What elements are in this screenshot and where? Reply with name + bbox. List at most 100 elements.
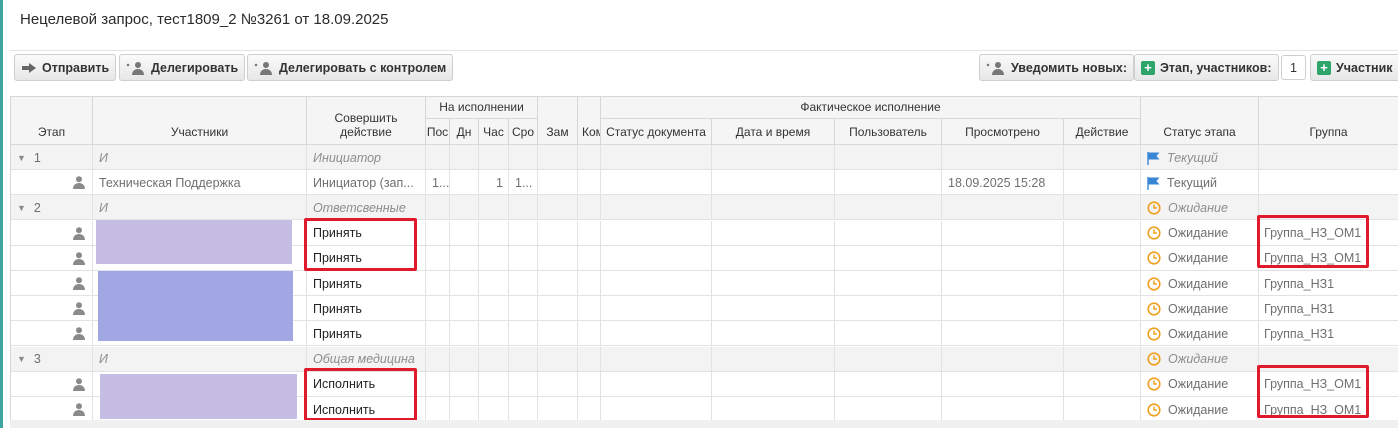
column-header-hours[interactable]: Час	[479, 119, 509, 145]
stage-status-label: Ожидание	[1168, 402, 1229, 417]
column-header-stage[interactable]: Этап	[11, 97, 93, 145]
cell-status: Ожидание	[1141, 296, 1259, 322]
cell-viewed	[942, 220, 1064, 246]
collapse-triangle-icon[interactable]: ▼	[17, 153, 26, 163]
cell-term	[509, 145, 538, 170]
delegate-users-icon	[126, 61, 146, 75]
cell-term	[509, 321, 538, 347]
cell-pos	[426, 271, 450, 296]
action-value[interactable]: Принять	[313, 302, 362, 316]
cell-action: Ответсвенные	[307, 195, 426, 221]
cell-status: Ожидание	[1141, 321, 1259, 347]
cell-pos	[426, 371, 450, 397]
column-group-on-execution: На исполнении	[426, 97, 538, 119]
clock-icon	[1147, 402, 1161, 417]
column-header-user[interactable]: Пользователь	[835, 119, 942, 145]
delegate-button[interactable]: Делегировать	[119, 54, 246, 81]
column-header-days[interactable]: Дн	[450, 119, 479, 145]
highlight-annotation	[304, 218, 417, 271]
cell-stage: ▼ 2	[11, 195, 93, 221]
add-stage-participants-button[interactable]: + Этап, участников:	[1134, 54, 1279, 81]
cell-docstatus	[601, 296, 712, 322]
stage-status: Ожидание	[1147, 377, 1228, 391]
cell-deputy	[538, 220, 578, 246]
participant-name: И	[99, 150, 108, 165]
collapse-triangle-icon[interactable]: ▼	[17, 354, 26, 364]
stage-status-label: Ожидание	[1168, 276, 1229, 291]
cell-action: Инициатор (зап...	[307, 170, 426, 196]
participant-row[interactable]: Техническая Поддержка Инициатор (зап... 1.…	[11, 170, 1398, 196]
cell-stage	[11, 371, 93, 397]
stage-status: Ожидание	[1147, 251, 1228, 265]
clock-icon	[1147, 352, 1161, 366]
cell-deputy	[538, 145, 578, 170]
person-icon	[73, 403, 85, 416]
action-value[interactable]: Принять	[313, 277, 362, 291]
cell-term	[509, 271, 538, 296]
cell-deputy	[538, 195, 578, 221]
cell-action: Принять	[307, 296, 426, 322]
send-button[interactable]: Отправить	[14, 54, 117, 81]
cell-hours: 1	[479, 170, 509, 196]
cell-done	[1064, 245, 1141, 271]
column-header-pos[interactable]: Пос	[426, 119, 450, 145]
column-header-datetime[interactable]: Дата и время	[712, 119, 835, 145]
clock-icon	[1147, 226, 1161, 240]
stage-number: 3	[33, 352, 41, 367]
highlight-annotation	[1257, 365, 1369, 418]
cell-datetime	[712, 245, 835, 271]
cell-pos	[426, 245, 450, 271]
column-header-deputy[interactable]: Зам	[538, 97, 578, 145]
cell-stage	[11, 296, 93, 322]
cell-hours	[479, 271, 509, 296]
column-header-group[interactable]: Группа	[1259, 97, 1398, 145]
cell-viewed	[942, 346, 1064, 372]
action-value[interactable]: Принять	[313, 327, 362, 341]
notify-new-label: Уведомить новых:	[1011, 60, 1128, 75]
column-header-term[interactable]: Сро	[509, 119, 538, 145]
cell-docstatus	[601, 170, 712, 196]
cell-done	[1064, 371, 1141, 397]
stage-group-row[interactable]: ▼ 2 И Ответсвенные Ожидание	[11, 195, 1398, 221]
column-header-stage-status[interactable]: Статус этапа	[1141, 97, 1259, 145]
cell-participants: Техническая Поддержка	[93, 170, 307, 196]
column-header-viewed[interactable]: Просмотрено	[942, 119, 1064, 145]
person-icon	[73, 226, 85, 240]
cell-status: Ожидание	[1141, 346, 1259, 372]
person-icon	[73, 378, 85, 391]
cell-user	[835, 145, 942, 170]
stage-participants-label: Этап, участников:	[1160, 60, 1272, 75]
cell-hours	[479, 145, 509, 170]
group-name: Группа_НЗ1	[1264, 326, 1335, 341]
cell-hours	[479, 397, 509, 422]
cell-days	[450, 195, 479, 221]
stage-group-row[interactable]: ▼ 1 И Инициатор Текущий	[11, 145, 1398, 170]
cell-docstatus	[601, 220, 712, 246]
column-header-document-status[interactable]: Статус документа	[601, 119, 712, 145]
column-header-action-done[interactable]: Действие	[1064, 119, 1141, 145]
cell-datetime	[712, 321, 835, 347]
collapse-triangle-icon[interactable]: ▼	[17, 203, 26, 213]
clock-icon	[1147, 327, 1161, 341]
stage-status: Текущий	[1147, 176, 1217, 190]
notify-new-button[interactable]: Уведомить новых:	[979, 54, 1135, 81]
action-value[interactable]: Инициатор (зап...	[313, 176, 414, 190]
cell-comment	[578, 145, 601, 170]
column-header-action[interactable]: Совершить действие	[307, 97, 426, 145]
cell-pos	[426, 346, 450, 372]
cell-viewed	[942, 245, 1064, 271]
stage-status: Ожидание	[1147, 277, 1228, 291]
delegate-button-label: Делегировать	[151, 60, 239, 75]
delegate-with-control-button[interactable]: Делегировать с контролем	[247, 54, 454, 81]
cell-docstatus	[601, 321, 712, 347]
stage-group-row[interactable]: ▼ 3 И Общая медицина Ожидание	[11, 346, 1398, 372]
cell-action: Принять	[307, 271, 426, 296]
add-participant-button[interactable]: + Участник	[1310, 54, 1398, 81]
participants-count-input[interactable]	[1281, 55, 1306, 80]
cell-done	[1064, 321, 1141, 347]
column-header-participants[interactable]: Участники	[93, 97, 307, 145]
column-header-comment[interactable]: Ком	[578, 97, 601, 145]
cell-done	[1064, 145, 1141, 170]
highlight-annotation	[304, 368, 417, 421]
stage-status: Ожидание	[1147, 302, 1228, 316]
